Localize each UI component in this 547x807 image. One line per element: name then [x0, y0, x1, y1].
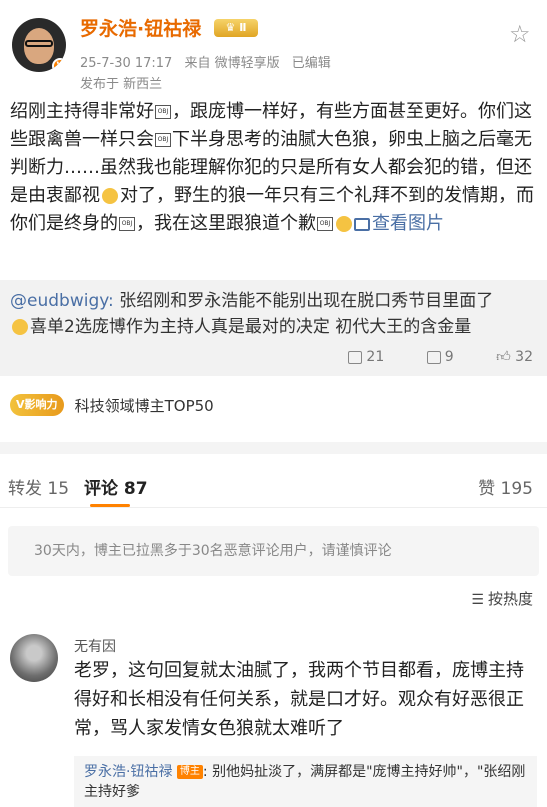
influence-text: 科技领域博主TOP50 [74, 396, 214, 415]
post-body: 绍刚主持得非常好 OBJ ，跟庞博一样好，有些方面甚至更好。你们这些跟禽兽一样只会 O… [10, 98, 537, 238]
author-badge: 博主 [176, 765, 203, 779]
repost-text-1: 张绍刚和罗永浩能不能别出现在脱口秀节目里面了 [113, 291, 494, 311]
like-count-button[interactable]: 👍︎ 32 [496, 348, 533, 365]
repost-count: 21 [366, 349, 385, 365]
repost-block[interactable]: @eudbwigy: 张绍刚和罗永浩能不能别出现在脱口秀节目里面了 喜单2选庞博… [0, 280, 547, 376]
tabs-bar: 转发 15 评论 87 赞 195 [0, 464, 547, 508]
active-tab-indicator [90, 504, 130, 507]
sort-toggle[interactable]: ☰ 按热度 [471, 588, 533, 609]
section-divider [0, 442, 547, 454]
image-icon [354, 217, 370, 231]
repost-text: @eudbwigy: 张绍刚和罗永浩能不能别出现在脱口秀节目里面了 喜单2选庞博… [10, 288, 537, 340]
thumbs-up-icon: 👍︎ [496, 349, 511, 365]
tab-like[interactable]: 赞 195 [478, 474, 533, 499]
obj-placeholder-icon: OBJ [155, 105, 171, 119]
post-header: V 罗永浩·钮祜禄 ♛ Ⅱ ☆ 25-7-30 17:17 来自 微博轻享版 已… [0, 0, 547, 92]
post-edited: 已编辑 [291, 56, 331, 71]
obj-placeholder-icon: OBJ [317, 217, 333, 231]
comment-count: 9 [444, 349, 454, 365]
influence-badge-row[interactable]: V影响力 科技领域博主TOP50 [10, 394, 214, 420]
post-text-5: ，我在这里跟狼道个歉 [136, 213, 316, 234]
blocklist-notice: 30天内，博主已拉黑多于30名恶意评论用户，请谨慎评论 [8, 526, 539, 576]
verified-icon: V [52, 58, 66, 72]
level-badge-label: Ⅱ [239, 21, 247, 34]
reply-username[interactable]: 罗永浩·钮祜禄 [84, 764, 172, 780]
view-image-link[interactable]: 查看图片 [354, 213, 444, 234]
comment-count-button[interactable]: 9 [426, 349, 454, 365]
avatar-glasses [25, 40, 53, 47]
repost-text-2: 喜单2选庞博作为主持人真是最对的决定 初代大王的含金量 [30, 317, 472, 337]
author-username[interactable]: 罗永浩·钮祜禄 [80, 14, 201, 41]
smile-emoji-icon [102, 188, 118, 204]
post-text-1: 绍刚主持得非常好 [10, 101, 154, 122]
post-meta: 25-7-30 17:17 来自 微博轻享版 已编辑 [80, 52, 339, 71]
like-count: 32 [515, 349, 533, 365]
author-avatar[interactable]: V [12, 18, 66, 72]
level-badge: ♛ Ⅱ [214, 19, 258, 37]
view-image-label: 查看图片 [372, 213, 444, 234]
tab-comment[interactable]: 评论 87 [84, 474, 148, 499]
repost-count-button[interactable]: 21 [348, 349, 384, 365]
reply-block[interactable]: 罗永浩·钮祜禄 博主: 别他妈扯淡了，满屏都是"庞博主持好帅"，"张绍刚主持好爹 [74, 756, 537, 807]
comment-icon [426, 350, 441, 364]
post-location: 发布于 新西兰 [80, 77, 163, 92]
influence-badge: V影响力 [10, 394, 64, 416]
post-source: 来自 微博轻享版 [184, 56, 280, 71]
tab-repost[interactable]: 转发 15 [8, 474, 69, 499]
obj-placeholder-icon: OBJ [155, 133, 171, 147]
laugh-emoji-icon [336, 216, 352, 232]
commenter-avatar[interactable] [10, 634, 58, 682]
obj-placeholder-icon: OBJ [119, 217, 135, 231]
post-date: 25-7-30 17:17 [80, 56, 173, 71]
repost-handle[interactable]: @eudbwigy: [10, 291, 114, 311]
repost-icon [348, 350, 363, 364]
sleepy-emoji-icon [12, 319, 28, 335]
favorite-star-icon[interactable]: ☆ [509, 22, 533, 46]
sort-icon: ☰ [471, 592, 484, 608]
commenter-username[interactable]: 无有因 [74, 636, 116, 656]
comment-text: 老罗，这句回复就太油腻了，我两个节目都看，庞博主持得好和长相没有任何关系，就是口… [74, 660, 524, 739]
sort-label: 按热度 [487, 590, 533, 608]
repost-stats: 21 9 👍︎ 32 [310, 348, 533, 365]
